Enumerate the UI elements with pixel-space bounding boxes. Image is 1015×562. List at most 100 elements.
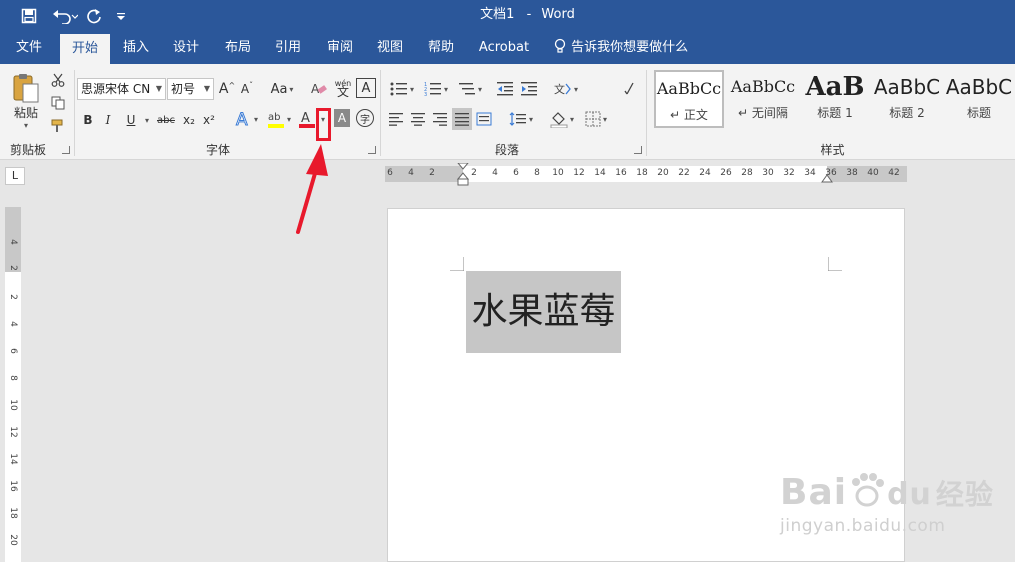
character-shading-icon[interactable]: A (334, 109, 350, 127)
ruler-tick-label: 10 (8, 399, 18, 411)
multilevel-list-icon (458, 83, 475, 95)
ruler-tick-label: 16 (8, 480, 18, 492)
ruler-tick-label: 12 (573, 168, 585, 178)
paw-logo-icon (852, 473, 885, 507)
ruler-tick-label: 40 (867, 168, 879, 178)
ruler-tick-label: 4 (8, 321, 18, 327)
tab-acrobat[interactable]: Acrobat (474, 32, 534, 64)
tell-me-search[interactable]: 告诉我你想要做什么 (553, 32, 688, 64)
app-name: Word (541, 7, 575, 22)
ruler-tick-label: 32 (783, 168, 795, 178)
style-heading-1[interactable]: AaB 标题 1 (800, 70, 870, 128)
justify-icon[interactable] (452, 108, 472, 130)
italic-button[interactable]: I (100, 110, 116, 130)
paragraph-group-label: 段落 (494, 143, 519, 157)
character-border-icon[interactable]: A (356, 78, 376, 98)
borders-button[interactable]: ▾ (580, 108, 612, 130)
font-size-value: 初号 (171, 82, 196, 96)
grow-font-icon[interactable]: A ^ (218, 78, 236, 100)
distributed-icon[interactable] (474, 109, 494, 129)
tab-selector[interactable]: L (5, 167, 25, 185)
font-dialog-launcher[interactable] (368, 146, 376, 154)
font-name-value: 思源宋体 CN (81, 82, 151, 96)
enclose-characters-icon[interactable]: 字 (356, 109, 374, 127)
bold-button[interactable]: B (80, 110, 96, 130)
paste-button[interactable]: 粘贴 ▾ (8, 70, 44, 132)
ruler-tick-label: 20 (8, 534, 18, 546)
style-heading-2[interactable]: AaBbC 标题 2 (872, 70, 942, 128)
underline-button[interactable]: U (122, 110, 140, 130)
shrink-font-icon[interactable]: Aˇ (238, 78, 256, 100)
ruler-tick-label: 8 (534, 168, 540, 178)
decrease-indent-icon[interactable] (494, 78, 516, 100)
numbering-button[interactable]: 1 2 3 ▾ (420, 78, 452, 100)
underline-dropdown[interactable]: ▾ (140, 110, 152, 130)
line-spacing-icon (509, 112, 526, 126)
paint-bucket-icon (550, 112, 568, 128)
style-name: 标题 2 (889, 106, 925, 120)
ruler-tick-label: 10 (552, 168, 564, 178)
ruler-tick-label: 8 (8, 375, 18, 381)
separator (74, 70, 75, 156)
separator (646, 70, 647, 156)
ruler-tick-label: 4 (492, 168, 498, 178)
svg-text:ab: ab (268, 112, 280, 123)
clipboard-dialog-launcher[interactable] (62, 146, 70, 154)
chinese-layout-button[interactable]: 文 ▾ (550, 78, 582, 100)
paragraph-dialog-launcher[interactable] (634, 146, 642, 154)
align-center-icon[interactable] (408, 109, 428, 129)
font-name-select[interactable]: 思源宋体 CN ▼ (77, 78, 166, 100)
paste-icon (13, 74, 39, 103)
font-size-select[interactable]: 初号 ▼ (167, 78, 214, 100)
multilevel-list-button[interactable]: ▾ (454, 78, 486, 100)
style-no-spacing[interactable]: AaBbCc ↵ 无间隔 (728, 70, 798, 128)
superscript-button[interactable]: x² (200, 110, 218, 130)
change-case-button[interactable]: Aa ▾ (266, 78, 298, 100)
ruler-tick-label: 22 (678, 168, 690, 178)
show-hide-marks-icon[interactable] (620, 78, 640, 100)
indent-marker[interactable] (456, 163, 470, 187)
format-painter-icon[interactable] (48, 117, 68, 135)
highlight-button[interactable]: ab ▾ (264, 108, 294, 130)
align-left-icon[interactable] (386, 109, 406, 129)
tab-file[interactable]: 文件 (6, 32, 52, 64)
ruler-tick-label: 42 (888, 168, 900, 178)
right-indent-marker[interactable] (820, 172, 834, 184)
style-preview: AaBbC (873, 75, 941, 99)
ruler-tick-label: 2 (8, 294, 18, 300)
text-effects-button[interactable]: A ▾ (230, 108, 262, 130)
subscript-button[interactable]: x₂ (180, 110, 198, 130)
tab-references[interactable]: 引用 (266, 32, 310, 64)
strikethrough-button[interactable]: abc (154, 110, 178, 130)
selected-text[interactable]: 水果蓝莓 (466, 271, 621, 353)
baidu-watermark: Bai du 经验 jingyan.baidu.com (780, 460, 1010, 550)
watermark-brand: Bai du 经验 (780, 472, 994, 513)
line-spacing-button[interactable]: ▾ (504, 108, 538, 130)
tab-design[interactable]: 设计 (164, 32, 208, 64)
align-right-icon[interactable] (430, 109, 450, 129)
copy-icon[interactable] (48, 94, 68, 112)
tab-help[interactable]: 帮助 (418, 32, 464, 64)
style-title[interactable]: AaBbC 标题 (944, 70, 1014, 128)
vertical-ruler[interactable]: 4 2 2 4 6 8 10 12 14 16 18 20 (5, 207, 21, 562)
tab-insert[interactable]: 插入 (114, 32, 158, 64)
tab-view[interactable]: 视图 (368, 32, 412, 64)
borders-icon (585, 111, 601, 127)
bullets-button[interactable]: ▾ (386, 78, 418, 100)
style-name: 标题 1 (817, 106, 853, 120)
tab-layout[interactable]: 布局 (216, 32, 260, 64)
tab-home[interactable]: 开始 (60, 34, 110, 64)
style-name: 标题 (966, 106, 991, 120)
ruler-tick-label: 34 (804, 168, 816, 178)
clear-formatting-icon[interactable]: A (308, 78, 330, 100)
phonetic-guide-button[interactable]: wén 文 (332, 76, 354, 100)
tab-review[interactable]: 审阅 (318, 32, 362, 64)
font-color-button[interactable]: A (298, 108, 316, 130)
window-title: 文档1 - Word (0, 0, 1015, 30)
horizontal-ruler[interactable]: 6 4 2 2 4 6 8 10 12 14 16 18 20 22 24 26 28 30 32 34 36 38 40 4… (385, 163, 907, 186)
ruler-tick-label: 30 (762, 168, 774, 178)
increase-indent-icon[interactable] (518, 78, 540, 100)
cut-icon[interactable] (48, 71, 68, 89)
shading-button[interactable]: ▾ (546, 108, 578, 130)
style-normal[interactable]: AaBbCc ↵ 正文 (654, 70, 724, 128)
